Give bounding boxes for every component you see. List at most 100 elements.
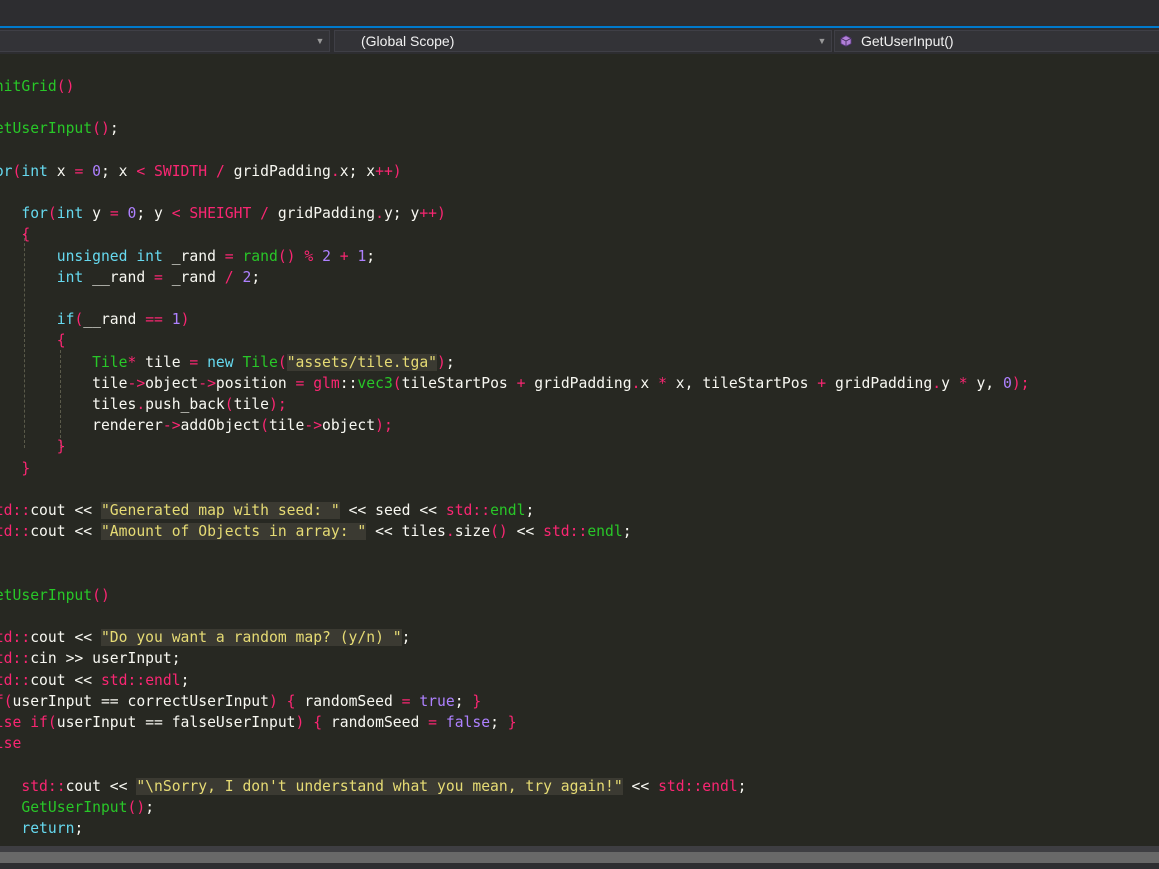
code-token: 0 [92, 162, 101, 180]
code-token: endl [490, 502, 526, 519]
code-token: ) [268, 692, 278, 710]
code-token: std [100, 671, 128, 689]
code-token: x [640, 374, 659, 392]
code-token: < [136, 162, 146, 180]
project-dropdown[interactable]: ▼ [0, 30, 330, 52]
code-token: tile [233, 396, 269, 413]
code-line[interactable]: std::cout << std::endl; [0, 670, 189, 691]
code-token: "Amount of Objects in array: " [100, 523, 367, 541]
code-token: ) [180, 311, 190, 329]
code-token: -> [162, 417, 181, 435]
code-line[interactable]: else [0, 733, 21, 754]
code-token: + [339, 247, 349, 265]
code-line[interactable]: else if(userInput == falseUserInput) { r… [0, 712, 517, 733]
code-token: 2 [322, 247, 331, 265]
code-token: ); [268, 396, 287, 413]
code-token: << [74, 629, 93, 647]
code-line[interactable]: tiles.push_back(tile); [0, 394, 287, 415]
chevron-down-icon[interactable]: ▼ [816, 31, 828, 51]
code-line[interactable]: return; [0, 818, 83, 839]
code-token: Tile [242, 353, 278, 371]
code-token: ( [47, 714, 57, 731]
code-line[interactable]: GetUserInput() [0, 585, 110, 606]
navigation-bar: ▼ (Global Scope) ▼ GetUserInput() [0, 28, 1159, 54]
code-token: "Generated map with seed: " [100, 502, 340, 519]
code-token: if [30, 714, 48, 731]
code-line[interactable]: std::cout << "Do you want a random map? … [0, 627, 410, 648]
code-token: if [56, 311, 75, 329]
title-bar [0, 0, 1159, 26]
code-token: y [83, 205, 110, 223]
code-token: correctUserInput [118, 692, 269, 710]
code-token: gridPadding [826, 374, 933, 392]
code-line[interactable]: tile->object->position = glm::vec3(tileS… [0, 373, 1030, 394]
code-token: () [277, 247, 296, 265]
code-token: = [428, 714, 438, 731]
code-token: std [0, 650, 13, 668]
code-token: endl [145, 671, 181, 689]
code-line[interactable]: std::cout << "Amount of Objects in array… [0, 521, 632, 542]
chevron-down-icon[interactable]: ▼ [314, 31, 326, 51]
code-token: () [56, 78, 75, 95]
code-token: . [136, 396, 146, 413]
code-token: () [127, 798, 146, 816]
code-line[interactable]: int __rand = _rand / 2; [0, 267, 260, 288]
code-token: SHEIGHT [189, 205, 252, 223]
code-token: return [21, 820, 75, 837]
code-line[interactable]: { [0, 330, 66, 351]
code-token: new [207, 353, 234, 371]
code-line[interactable]: std::cout << "\nSorry, I don't understan… [0, 776, 747, 797]
code-token: int [21, 162, 48, 180]
code-line[interactable]: { [0, 224, 30, 245]
code-token: ; [737, 777, 747, 795]
code-token: / [224, 268, 234, 286]
code-line[interactable]: std::cin >> userInput; [0, 648, 181, 669]
code-token: :: [12, 629, 31, 647]
member-dropdown[interactable]: GetUserInput() [834, 30, 1159, 52]
code-token: < [171, 205, 181, 223]
code-token: ( [224, 396, 234, 413]
code-token: cout [30, 523, 75, 541]
code-token: == [145, 311, 163, 329]
code-token: tile [268, 417, 305, 435]
code-line[interactable]: for(int y = 0; y < SHEIGHT / gridPadding… [0, 203, 446, 224]
code-line[interactable]: if(__rand == 1) [0, 309, 190, 330]
code-token: . [375, 205, 384, 223]
scope-dropdown-label: (Global Scope) [361, 33, 455, 49]
code-line[interactable]: std::cout << "Generated map with seed: "… [0, 500, 534, 521]
code-editor[interactable]: InitGrid() GetUserInput(); for(int x = 0; … [0, 54, 1159, 846]
code-token: { [286, 692, 296, 710]
code-token: cin >> userInput; [30, 650, 181, 668]
code-line[interactable]: if(userInput == correctUserInput) { rand… [0, 691, 481, 712]
horizontal-scrollbar-thumb[interactable] [0, 852, 1159, 863]
code-line[interactable]: renderer->addObject(tile->object); [0, 415, 393, 436]
code-token: ( [47, 205, 57, 223]
code-line[interactable]: Tile* tile = new Tile("assets/tile.tga")… [0, 352, 455, 373]
code-token: 0 [1003, 374, 1012, 392]
code-line[interactable]: for(int x = 0; x < SWIDTH / gridPadding.… [0, 161, 402, 182]
code-line[interactable]: unsigned int _rand = rand() % 2 + 1; [0, 246, 375, 267]
code-token: int [56, 268, 84, 286]
code-line[interactable]: GetUserInput(); [0, 118, 119, 139]
code-token: -> [127, 374, 146, 392]
code-token: ( [392, 374, 402, 392]
code-token: rand [242, 247, 278, 265]
code-line[interactable]: } [0, 436, 66, 457]
code-line[interactable]: InitGrid() [0, 76, 74, 97]
code-token: . [932, 374, 942, 392]
code-line[interactable]: } [0, 458, 30, 479]
code-token: ); [1011, 374, 1030, 392]
code-token: = [109, 205, 119, 223]
code-token: cout [30, 629, 75, 647]
code-token: % [304, 247, 314, 265]
code-token: cout << [30, 671, 101, 689]
code-line[interactable]: GetUserInput(); [0, 797, 154, 818]
scope-dropdown[interactable]: (Global Scope) ▼ [334, 30, 832, 52]
